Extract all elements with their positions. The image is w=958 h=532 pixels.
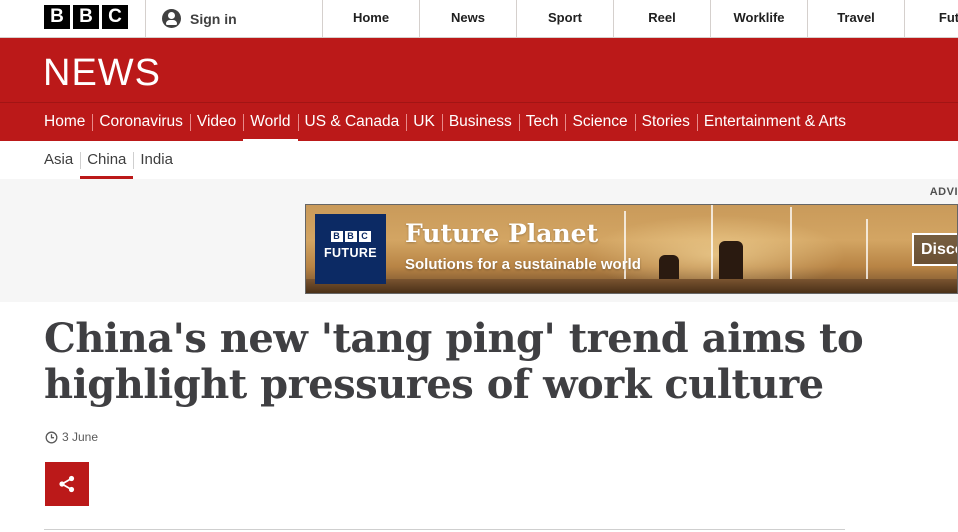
global-nav-news[interactable]: News [419, 0, 516, 37]
logo-letter: B [330, 231, 343, 242]
article-headline: China's new 'tang ping' trend aims to hi… [44, 315, 864, 408]
advert-label: ADVI [929, 186, 958, 198]
user-icon [162, 9, 181, 28]
news-nav-us-canada[interactable]: US & Canada [297, 103, 407, 141]
sign-in-button[interactable]: Sign in [162, 0, 237, 37]
advert-cta-button[interactable]: Disco [912, 233, 957, 266]
news-logo[interactable]: NEWS [43, 52, 161, 95]
news-nav-world[interactable]: World [243, 103, 298, 142]
logo-letter: C [102, 5, 128, 29]
advert-subtitle: Solutions for a sustainable world [405, 256, 641, 273]
news-nav-home[interactable]: Home [37, 103, 92, 141]
sub-nav-india[interactable]: India [133, 141, 180, 179]
logo-letter: B [73, 5, 99, 29]
news-nav-coronavirus[interactable]: Coronavirus [92, 103, 190, 141]
news-nav: Home Coronavirus Video World US & Canada… [0, 102, 958, 142]
global-nav-future[interactable]: Futu [904, 0, 958, 37]
news-nav-entertainment-arts[interactable]: Entertainment & Arts [696, 103, 853, 141]
global-nav: Home News Sport Reel Worklife Travel Fut… [322, 0, 958, 37]
divider [145, 0, 146, 37]
banner-ground [306, 279, 957, 293]
share-button[interactable] [45, 462, 89, 506]
content-divider [44, 529, 845, 530]
sub-nav-asia[interactable]: Asia [37, 141, 80, 179]
news-nav-business[interactable]: Business [441, 103, 519, 141]
sub-nav: Asia China India [0, 141, 958, 179]
news-nav-science[interactable]: Science [565, 103, 634, 141]
advert-band: ADVI B B C FUTURE Future Planet Solution… [0, 179, 958, 302]
advert-banner[interactable]: B B C FUTURE Future Planet Solutions for… [305, 204, 958, 294]
sign-in-label: Sign in [190, 10, 237, 27]
date-label: 3 June [62, 430, 99, 444]
news-nav-video[interactable]: Video [189, 103, 243, 141]
logo-letter: C [358, 231, 371, 242]
article-date: 3 June [45, 430, 98, 444]
news-nav-tech[interactable]: Tech [518, 103, 566, 141]
logo-letter: B [44, 5, 70, 29]
logo-letter: B [344, 231, 357, 242]
logo-word: FUTURE [323, 246, 378, 260]
news-nav-stories[interactable]: Stories [634, 103, 697, 141]
global-header: B B C Sign in Home News Sport Reel Workl… [0, 0, 958, 38]
advert-title: Future Planet [405, 219, 599, 248]
clock-icon [45, 431, 58, 443]
share-icon [59, 475, 75, 493]
global-nav-worklife[interactable]: Worklife [710, 0, 807, 37]
news-nav-uk[interactable]: UK [406, 103, 442, 141]
news-masthead: NEWS Home Coronavirus Video World US & C… [0, 38, 958, 142]
bbc-logo[interactable]: B B C [44, 5, 128, 29]
global-nav-home[interactable]: Home [322, 0, 419, 37]
bbc-future-logo: B B C FUTURE [315, 214, 386, 284]
global-nav-reel[interactable]: Reel [613, 0, 710, 37]
global-nav-sport[interactable]: Sport [516, 0, 613, 37]
global-nav-travel[interactable]: Travel [807, 0, 904, 37]
sub-nav-china[interactable]: China [80, 141, 134, 179]
